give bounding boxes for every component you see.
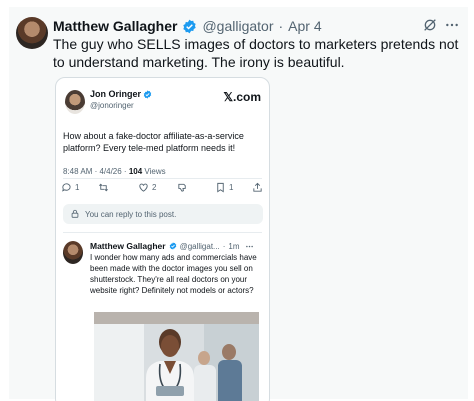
grok-icon[interactable] <box>422 17 438 33</box>
embedded-post[interactable]: Jon Oringer @jonoringer 𝕏.com How about … <box>55 77 270 401</box>
quoted-author-handle[interactable]: @jonoringer <box>90 101 134 110</box>
share-button[interactable] <box>252 182 263 193</box>
separator: · <box>278 18 284 34</box>
quoted-post-meta: 8:48 AM · 4/4/26 · 104 Views <box>63 167 166 176</box>
action-bar: 1 2 1 <box>61 182 263 196</box>
reply-restricted-notice: You can reply to this post. <box>63 204 263 224</box>
author-avatar[interactable] <box>16 17 48 49</box>
views-label: Views <box>142 167 166 176</box>
like-count: 2 <box>152 183 157 192</box>
verified-badge-icon <box>169 242 176 250</box>
reply-text: I wonder how many ads and commercials ha… <box>90 253 257 295</box>
doctor-photo[interactable] <box>94 312 259 401</box>
bookmark-button[interactable]: 1 <box>215 182 233 193</box>
post-text: The guy who SELLS images of doctors to m… <box>53 36 459 70</box>
author-handle[interactable]: @galligator <box>202 18 273 34</box>
author-name[interactable]: Matthew Gallagher <box>53 18 177 34</box>
quoted-post-text: How about a fake-doctor affiliate-as-a-s… <box>63 131 244 153</box>
reply-author-name[interactable]: Matthew Gallagher <box>90 241 166 251</box>
post-date[interactable]: Apr 4 <box>288 18 321 34</box>
repost-icon <box>99 183 108 192</box>
lock-icon <box>71 209 79 218</box>
post-card[interactable]: Matthew Gallagher @galligator · Apr 4 Th… <box>9 7 468 401</box>
bookmark-count: 1 <box>229 183 234 192</box>
quoted-author-name-row: Jon Oringer <box>90 89 152 99</box>
verified-badge-icon <box>183 19 197 33</box>
x-brand-logo[interactable]: 𝕏.com <box>223 90 261 104</box>
reply-author-avatar[interactable] <box>63 241 83 264</box>
quoted-author-name[interactable]: Jon Oringer <box>90 89 141 99</box>
repost-button[interactable] <box>98 182 109 193</box>
reply-header: Matthew Gallagher @galligat... · 1m <box>90 241 269 251</box>
reply-icon <box>62 183 71 192</box>
quoted-post-time[interactable]: 8:48 AM · 4/4/26 · <box>63 167 129 176</box>
dislike-icon <box>178 183 186 192</box>
reply-restricted-text: You can reply to this post. <box>85 209 177 219</box>
bookmark-icon <box>217 182 224 193</box>
reply-count: 1 <box>75 183 80 192</box>
more-icon[interactable] <box>444 17 460 33</box>
doctor-photo-illustration <box>94 312 259 401</box>
reply-button[interactable]: 1 <box>61 182 79 193</box>
reply-time[interactable]: 1m <box>228 242 239 251</box>
views-count: 104 <box>128 167 143 176</box>
quoted-author-avatar[interactable] <box>65 90 85 114</box>
reply-author-handle[interactable]: @galligat... <box>180 242 220 251</box>
more-icon[interactable] <box>245 242 254 251</box>
dislike-button[interactable] <box>177 182 188 193</box>
post-header: Matthew Gallagher @galligator · Apr 4 <box>53 17 468 35</box>
like-icon <box>139 183 148 192</box>
divider <box>63 232 262 233</box>
separator: · <box>222 241 226 251</box>
like-button[interactable]: 2 <box>138 182 156 193</box>
share-icon <box>253 182 262 192</box>
verified-badge-icon <box>143 89 152 99</box>
divider <box>63 178 262 179</box>
